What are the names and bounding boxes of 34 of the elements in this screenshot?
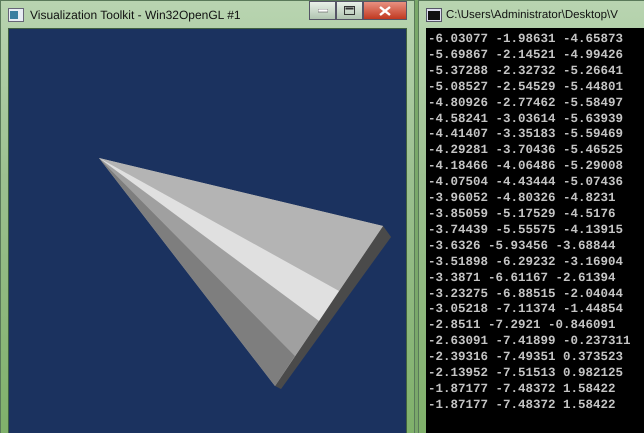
maximize-button[interactable]	[336, 1, 363, 20]
console-line: -4.80926 -2.77462 -5.58497	[428, 96, 624, 112]
close-icon	[379, 6, 391, 16]
maximize-icon	[344, 6, 355, 15]
window-title: Visualization Toolkit - Win32OpenGL #1	[30, 8, 241, 22]
console-line: -2.63091 -7.41899 -0.237311	[428, 334, 632, 350]
close-button[interactable]	[363, 1, 407, 20]
console-line: -3.85059 -5.17529 -4.5176	[428, 206, 617, 223]
console-line: -3.51898 -6.29232 -3.16904	[428, 254, 624, 271]
minimize-button[interactable]	[309, 1, 336, 20]
console-line: -3.05218 -7.11374 -1.44854	[428, 302, 624, 318]
window-title: C:\Users\Administrator\Desktop\V	[446, 8, 618, 20]
console-line: -5.08527 -2.54529 -5.44801	[428, 80, 624, 96]
console-line: -3.3871 -6.61167 -2.61394	[428, 270, 617, 286]
console-icon	[426, 8, 442, 22]
console-line: -3.74439 -5.55575 -4.13915	[428, 222, 624, 239]
console-line: -3.96052 -4.80326 -4.8231	[428, 191, 617, 207]
console-line: -2.39316 -7.49351 0.373523	[428, 350, 624, 366]
console-line: -4.29281 -3.70436 -5.46525	[428, 143, 624, 160]
minimize-icon	[318, 8, 328, 12]
console-line: -3.23275 -6.88515 -2.04044	[428, 286, 624, 302]
console-line: -4.58241 -3.03614 -5.63939	[428, 112, 624, 128]
console-line: -1.87177 -7.48372 1.58422	[428, 382, 617, 398]
app-icon	[8, 8, 24, 22]
console-line: -5.37288 -2.32732 -5.26641	[428, 64, 624, 80]
console-line: -2.13952 -7.51513 0.982125	[428, 366, 624, 382]
console-line: -5.69867 -2.14521 -4.99426	[428, 48, 624, 64]
console-line: -4.18466 -4.06486 -5.29008	[428, 159, 624, 176]
console-line: -3.6326 -5.93456 -3.68844	[428, 238, 617, 255]
console-line: -4.07504 -4.43444 -5.07436	[428, 175, 624, 192]
console-line: -1.87177 -7.48372 1.58422	[428, 398, 617, 414]
console-line: -4.41407 -3.35183 -5.59469	[428, 127, 624, 144]
console-line: -2.8511 -7.2921 -0.846091	[428, 318, 617, 334]
console-line: -6.03077 -1.98631 -4.65873	[428, 32, 624, 48]
